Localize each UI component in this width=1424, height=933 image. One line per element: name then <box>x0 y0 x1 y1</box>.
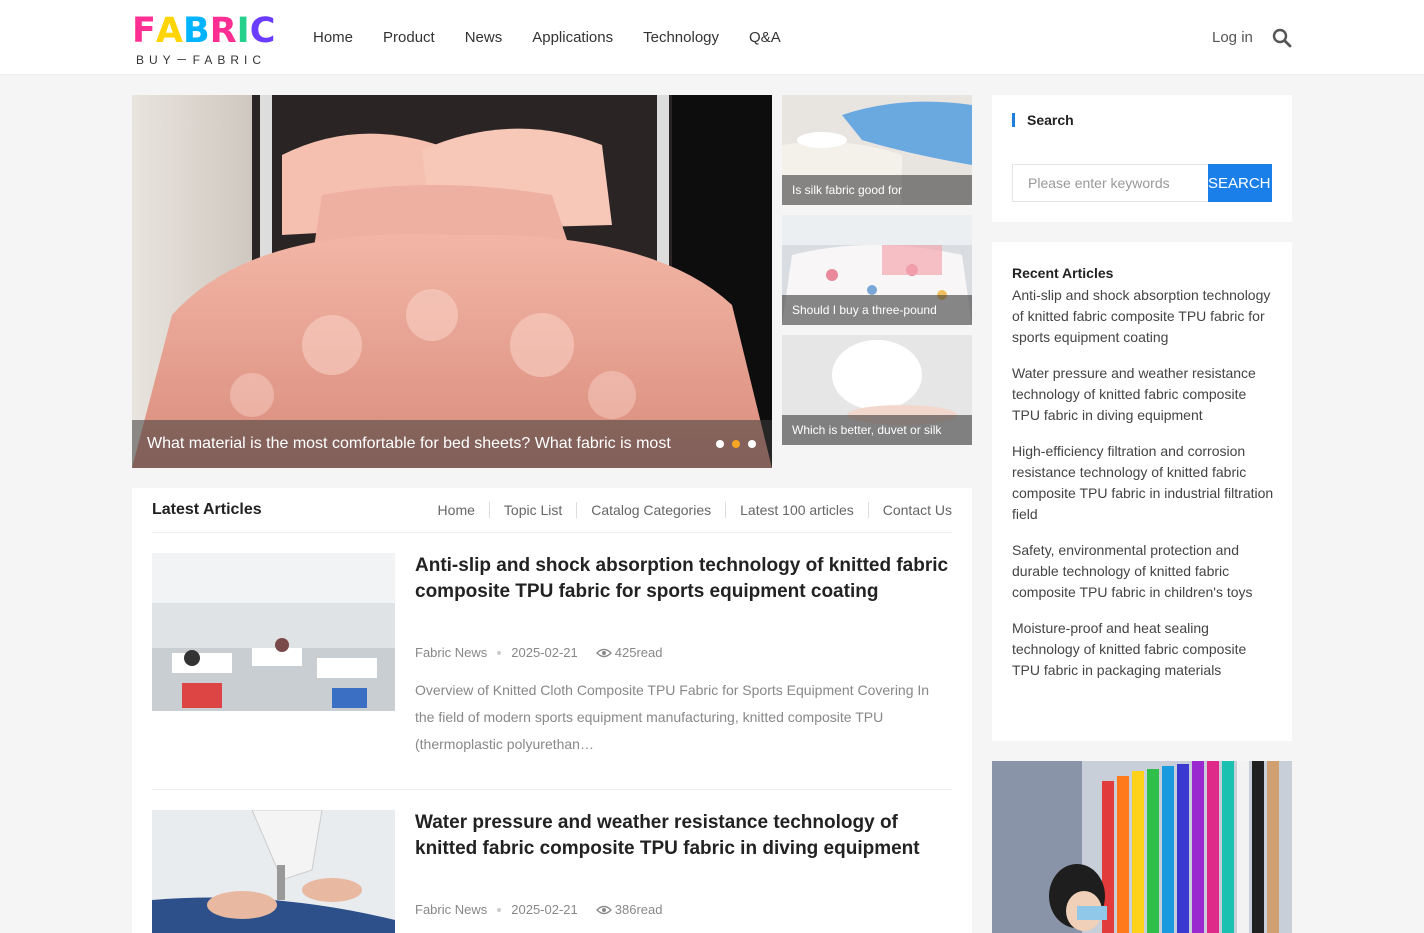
logo-subtitle: BUY－FABRIC <box>136 53 267 67</box>
latest-articles-panel: Latest Articles Home Topic List Catalog … <box>132 488 972 933</box>
meta-separator <box>497 650 502 655</box>
logo-letter: R <box>209 11 237 51</box>
article-reads: 425read <box>614 645 663 660</box>
subnav-latest-100[interactable]: Latest 100 articles <box>725 502 868 518</box>
hero-caption[interactable]: What material is the most comfortable fo… <box>132 420 772 468</box>
recent-articles-title: Recent Articles <box>1012 265 1114 281</box>
nav-news[interactable]: News <box>465 29 503 46</box>
article-image <box>152 810 395 933</box>
article-category[interactable]: Fabric News <box>415 902 487 917</box>
featured-thumb[interactable]: Should I buy a three-pound <box>782 215 972 325</box>
article-item: Anti-slip and shock absorption technolog… <box>152 553 952 763</box>
article-date: 2025-02-21 <box>511 645 578 660</box>
article-title[interactable]: Anti-slip and shock absorption technolog… <box>415 553 952 605</box>
featured-thumb[interactable]: Is silk fabric good for <box>782 95 972 205</box>
thumb-caption: Is silk fabric good for <box>782 175 972 205</box>
eye-icon <box>595 648 612 657</box>
logo-letter: F <box>132 11 156 51</box>
thumb-caption: Which is better, duvet or silk <box>782 415 972 445</box>
search-button[interactable]: SEARCH <box>1208 164 1272 202</box>
main-nav: Home Product News Applications Technolog… <box>313 29 811 46</box>
carousel-dots <box>716 440 756 448</box>
login-link[interactable]: Log in <box>1212 29 1253 46</box>
article-image <box>152 553 395 711</box>
article-meta: Fabric News 2025-02-21 386read <box>415 902 662 917</box>
article-category[interactable]: Fabric News <box>415 645 487 660</box>
recent-article-link[interactable]: Water pressure and weather resistance te… <box>1012 363 1274 426</box>
recent-article-link[interactable]: Moisture-proof and heat sealing technolo… <box>1012 618 1274 681</box>
logo-letter: B <box>183 11 210 51</box>
carousel-dot-active[interactable] <box>732 440 740 448</box>
nav-technology[interactable]: Technology <box>643 29 719 46</box>
site-logo[interactable]: F A B R I C BUY－FABRIC <box>132 13 278 67</box>
subnav-home[interactable]: Home <box>424 502 489 518</box>
article-title[interactable]: Water pressure and weather resistance te… <box>415 810 952 862</box>
search-icon[interactable] <box>1272 28 1292 48</box>
logo-letter: I <box>236 11 250 51</box>
article-date: 2025-02-21 <box>511 902 578 917</box>
article-meta: Fabric News 2025-02-21 425read <box>415 645 662 660</box>
sidebar-search-panel: Search SEARCH <box>992 95 1292 222</box>
meta-separator <box>497 907 502 912</box>
subnav-catalog-categories[interactable]: Catalog Categories <box>576 502 725 518</box>
subnav-topic-list[interactable]: Topic List <box>488 502 576 518</box>
sidebar-banner-image[interactable] <box>992 761 1292 933</box>
recent-article-link[interactable]: High-efficiency filtration and corrosion… <box>1012 441 1274 525</box>
article-thumbnail[interactable] <box>152 810 395 933</box>
carousel-dot[interactable] <box>748 440 756 448</box>
latest-articles-title: Latest Articles <box>152 501 262 518</box>
hero-image <box>132 95 772 468</box>
hero-carousel[interactable]: What material is the most comfortable fo… <box>132 95 772 468</box>
logo-wordmark: F A B R I C <box>132 13 278 49</box>
nav-qa[interactable]: Q&A <box>749 29 781 46</box>
subnav-contact-us[interactable]: Contact Us <box>867 502 952 518</box>
search-input[interactable] <box>1012 164 1208 202</box>
featured-thumb[interactable]: Which is better, duvet or silk <box>782 335 972 445</box>
eye-icon <box>595 905 612 914</box>
logo-letter: C <box>249 11 276 51</box>
latest-articles-header: Latest Articles Home Topic List Catalog … <box>152 488 952 533</box>
logo-letter: A <box>155 11 183 51</box>
sidebar-search-label: Search <box>1012 113 1074 127</box>
nav-applications[interactable]: Applications <box>532 29 613 46</box>
nav-home[interactable]: Home <box>313 29 353 46</box>
recent-articles-list: Anti-slip and shock absorption technolog… <box>1012 285 1274 696</box>
latest-subnav: Home Topic List Catalog Categories Lates… <box>424 502 952 518</box>
thumb-caption: Should I buy a three-pound <box>782 295 972 325</box>
article-item: Water pressure and weather resistance te… <box>152 810 952 933</box>
carousel-dot[interactable] <box>716 440 724 448</box>
article-reads: 386read <box>614 902 663 917</box>
site-header: F A B R I C BUY－FABRIC Home Product News… <box>0 0 1424 75</box>
banner-image <box>992 761 1292 933</box>
article-excerpt: Overview of Knitted Cloth Composite TPU … <box>415 682 930 752</box>
recent-articles-panel: Recent Articles Anti-slip and shock abso… <box>992 242 1292 741</box>
recent-article-link[interactable]: Anti-slip and shock absorption technolog… <box>1012 285 1274 348</box>
article-divider <box>152 789 952 790</box>
recent-article-link[interactable]: Safety, environmental protection and dur… <box>1012 540 1274 603</box>
nav-product[interactable]: Product <box>383 29 435 46</box>
article-thumbnail[interactable] <box>152 553 395 711</box>
